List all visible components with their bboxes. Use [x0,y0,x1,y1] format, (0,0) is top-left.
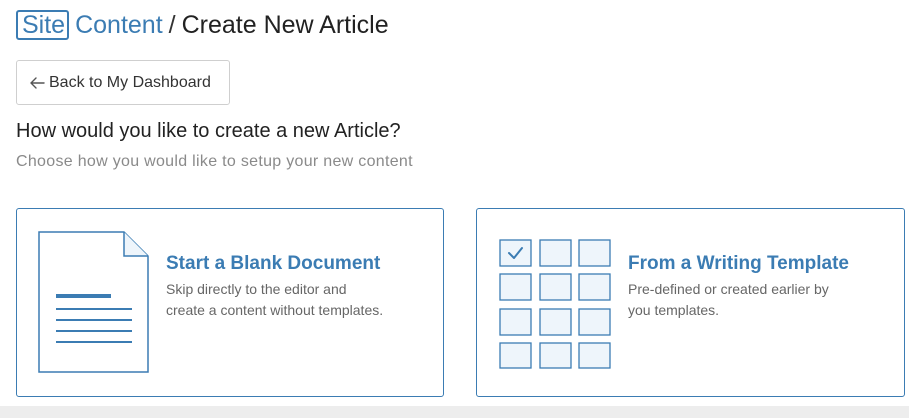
question-heading: How would you like to create a new Artic… [16,120,401,142]
writing-template-description: Pre-defined or created earlier by you te… [628,279,878,321]
page-title: Create New Article [181,10,389,39]
writing-template-title: From a Writing Template [628,253,849,274]
question-subtitle: Choose how you would like to setup your … [16,153,413,170]
writing-template-desc-line1: Pre-defined or created earlier by [628,281,829,297]
breadcrumb: Site Content / Create New Article [16,7,389,43]
writing-template-desc-line2: you templates. [628,302,720,318]
blank-document-desc-line1: Skip directly to the editor and [166,281,347,297]
blank-document-title: Start a Blank Document [166,253,381,274]
writing-template-option[interactable]: From a Writing Template Pre-defined or c… [476,208,905,397]
arrow-left-icon [30,76,45,89]
brand-logo-content: Content [75,10,163,39]
breadcrumb-separator: / [168,10,176,39]
blank-document-desc-line2: create a content without templates. [166,302,384,318]
back-button-label: Back to My Dashboard [49,73,211,91]
brand-logo-site[interactable]: Site [16,10,70,40]
template-grid-icon [499,239,611,369]
document-icon [38,231,149,373]
blank-document-description: Skip directly to the editor and create a… [166,279,416,321]
blank-document-option[interactable]: Start a Blank Document Skip directly to … [16,208,444,397]
page: Site Content / Create New Article Back t… [0,0,909,406]
back-to-dashboard-button[interactable]: Back to My Dashboard [16,60,230,105]
